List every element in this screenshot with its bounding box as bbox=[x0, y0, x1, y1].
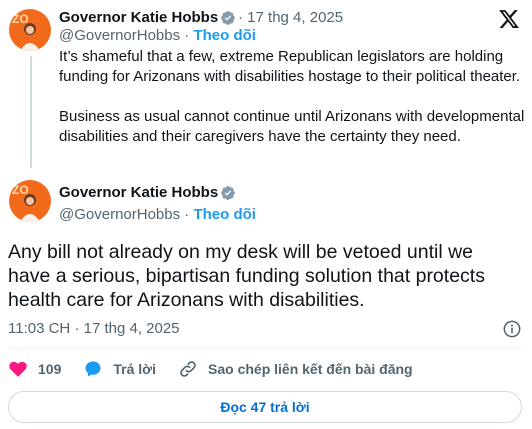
avatar-image: ZO bbox=[9, 9, 51, 51]
post-date[interactable]: · 17 thg 4, 2025 bbox=[238, 9, 343, 26]
post-time[interactable]: 11:03 CH bbox=[8, 320, 70, 337]
info-icon[interactable] bbox=[502, 319, 522, 339]
reply-post-text: It’s shameful that a few, extreme Republ… bbox=[59, 47, 525, 147]
svg-text:ZO: ZO bbox=[12, 183, 29, 197]
main-post-text: Any bill not already on my desk will be … bbox=[8, 241, 485, 311]
divider bbox=[8, 348, 522, 349]
post-date[interactable]: 17 thg 4, 2025 bbox=[84, 320, 180, 337]
heart-icon bbox=[9, 361, 27, 377]
avatar[interactable]: ZO bbox=[9, 9, 51, 51]
speech-bubble-icon bbox=[85, 361, 101, 377]
verified-badge-icon bbox=[221, 11, 235, 25]
author-name[interactable]: Governor Katie Hobbs bbox=[59, 184, 218, 201]
action-bar: 109 Trả lời Sao chép liên kết đến bài đă… bbox=[8, 357, 435, 381]
follow-button[interactable]: Theo dõi bbox=[193, 206, 256, 223]
thread-connector-line bbox=[30, 56, 32, 168]
reply-button[interactable]: Trả lời bbox=[83, 359, 156, 379]
author-name[interactable]: Governor Katie Hobbs bbox=[59, 9, 218, 26]
post-timestamp[interactable]: 11:03 CH · 17 thg 4, 2025 bbox=[8, 320, 180, 337]
handle-row: @GovernorHobbs · Theo dõi bbox=[59, 206, 256, 223]
x-logo-icon[interactable] bbox=[498, 8, 520, 30]
reply-paragraph-2: Business as usual cannot continue until … bbox=[59, 108, 525, 145]
author-handle[interactable]: @GovernorHobbs bbox=[59, 27, 180, 44]
link-icon bbox=[180, 361, 196, 377]
svg-text:ZO: ZO bbox=[12, 12, 29, 26]
avatar[interactable]: ZO bbox=[9, 180, 51, 222]
separator-dot: · bbox=[74, 320, 84, 337]
avatar-image: ZO bbox=[9, 180, 51, 222]
copy-link-button[interactable]: Sao chép liên kết đến bài đăng bbox=[178, 359, 413, 379]
verified-badge-icon bbox=[221, 186, 235, 200]
like-count: 109 bbox=[38, 361, 62, 377]
author-handle[interactable]: @GovernorHobbs bbox=[59, 206, 180, 223]
reply-label: Trả lời bbox=[113, 361, 156, 377]
reply-paragraph-1: It’s shameful that a few, extreme Republ… bbox=[59, 48, 521, 85]
copy-link-label: Sao chép liên kết đến bài đăng bbox=[208, 361, 413, 377]
like-button[interactable]: 109 bbox=[8, 359, 61, 379]
handle-row: @GovernorHobbs · Theo dõi bbox=[59, 27, 256, 44]
follow-button[interactable]: Theo dõi bbox=[193, 27, 256, 44]
read-replies-button[interactable]: Đọc 47 trả lời bbox=[8, 391, 522, 423]
